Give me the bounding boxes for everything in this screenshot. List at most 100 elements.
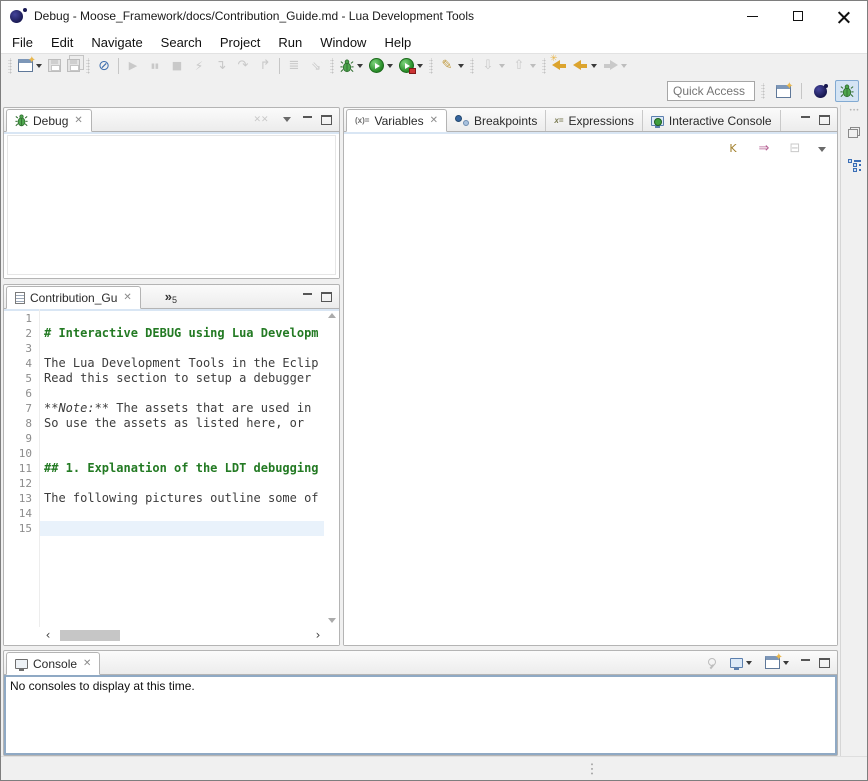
tab-close-icon[interactable]: ✕ [74, 115, 82, 126]
menu-file[interactable]: File [3, 33, 42, 52]
scroll-down-icon[interactable] [328, 618, 336, 623]
disconnect-button[interactable]: ⚡ [188, 55, 210, 77]
drop-to-frame-button[interactable]: ⇘ [305, 55, 327, 77]
console-view-content[interactable]: No consoles to display at this time. [4, 675, 837, 755]
forward-button[interactable] [600, 55, 630, 77]
display-selected-console-button[interactable] [727, 652, 755, 674]
tab-close-icon[interactable]: ✕ [83, 658, 91, 669]
toolbar-drag-handle[interactable] [761, 83, 765, 99]
maximize-view-button[interactable] [819, 658, 830, 668]
open-console-button[interactable]: ✦ [762, 652, 792, 674]
toolbar-drag-handle[interactable] [429, 58, 433, 74]
marker-pen-button[interactable]: ✎ [436, 55, 467, 77]
variables-view-content[interactable]: K ⇒ ⊟ [344, 132, 837, 645]
dropdown-arrow-icon[interactable] [417, 64, 423, 68]
restore-view-button[interactable] [845, 121, 863, 143]
step-over-icon: ↷ [235, 58, 251, 74]
scroll-right-icon[interactable]: › [312, 628, 324, 643]
menu-help[interactable]: Help [375, 33, 420, 52]
window-close-button[interactable] [821, 1, 867, 31]
dropdown-arrow-icon[interactable] [530, 64, 536, 68]
minimize-view-button[interactable] [800, 115, 811, 124]
dropdown-arrow-icon[interactable] [357, 64, 363, 68]
editor-horizontal-scrollbar[interactable]: ‹ › [42, 627, 324, 644]
resume-button[interactable]: ▶ [122, 55, 144, 77]
toolbar-drag-handle[interactable] [470, 58, 474, 74]
step-return-button[interactable]: ↱ [254, 55, 276, 77]
tab-console[interactable]: Console ✕ [6, 652, 100, 675]
open-perspective-button[interactable]: ✦ [771, 80, 795, 102]
dropdown-arrow-icon[interactable] [499, 64, 505, 68]
show-logical-structure-button[interactable]: ⇒ [753, 138, 775, 160]
dropdown-arrow-icon[interactable] [591, 64, 597, 68]
dropdown-arrow-icon[interactable] [387, 64, 393, 68]
scroll-left-icon[interactable]: ‹ [42, 628, 54, 643]
save-button[interactable] [45, 55, 64, 77]
trim-drag-handle[interactable] [849, 108, 859, 112]
view-menu-button[interactable] [280, 109, 294, 131]
dropdown-arrow-icon[interactable] [458, 64, 464, 68]
dropdown-arrow-icon[interactable] [621, 64, 627, 68]
new-wizard-button[interactable]: ✦ [15, 55, 45, 77]
back-button[interactable] [570, 55, 600, 77]
outline-view-button[interactable] [845, 154, 864, 176]
last-edit-location-button[interactable]: ✳ [549, 55, 570, 77]
previous-annotation-button[interactable]: ⇧ [508, 55, 539, 77]
scroll-up-icon[interactable] [328, 313, 336, 318]
view-menu-button[interactable] [815, 138, 829, 160]
step-over-button[interactable]: ↷ [232, 55, 254, 77]
collapse-all-button[interactable]: ⊟ [784, 138, 806, 160]
run-button[interactable] [366, 55, 396, 77]
menu-run[interactable]: Run [269, 33, 311, 52]
debug-button[interactable] [337, 55, 366, 77]
tab-debug[interactable]: Debug ✕ [6, 109, 92, 132]
show-type-names-button[interactable]: K [722, 138, 744, 160]
menu-project[interactable]: Project [211, 33, 269, 52]
next-annotation-button[interactable]: ⇩ [477, 55, 508, 77]
menu-edit[interactable]: Edit [42, 33, 82, 52]
step-into-button[interactable]: ↴ [210, 55, 232, 77]
tab-expressions[interactable]: x=Expressions [546, 110, 643, 131]
dropdown-arrow-icon[interactable] [783, 661, 789, 665]
use-step-filters-button[interactable]: ≣ [283, 55, 305, 77]
tab-close-icon[interactable]: ✕ [123, 292, 131, 303]
external-tools-button[interactable] [396, 55, 426, 77]
scrollbar-thumb[interactable] [60, 630, 120, 641]
maximize-view-button[interactable] [819, 115, 830, 125]
toolbar-drag-handle[interactable] [8, 58, 12, 74]
skip-all-breakpoints-button[interactable]: ⊘ [93, 55, 115, 77]
maximize-view-button[interactable] [321, 292, 332, 302]
lua-perspective-button[interactable] [808, 80, 832, 102]
toolbar-drag-handle[interactable] [86, 58, 90, 74]
quick-access-input[interactable] [667, 81, 755, 101]
suspend-button[interactable]: ▮▮ [144, 55, 166, 77]
debug-view-content[interactable] [4, 132, 339, 278]
terminate-button[interactable]: ■ [166, 55, 188, 77]
toolbar-drag-handle[interactable] [330, 58, 334, 74]
pin-console-button[interactable] [702, 652, 720, 674]
window-minimize-button[interactable] [729, 1, 775, 31]
hidden-editors-chevron[interactable]: »5 [165, 289, 177, 305]
toolbar-drag-handle[interactable] [542, 58, 546, 74]
tab-interactive-console[interactable]: Interactive Console [643, 110, 781, 131]
dropdown-arrow-icon[interactable] [36, 64, 42, 68]
tab-variables[interactable]: (x)=Variables✕ [346, 109, 447, 132]
menu-navigate[interactable]: Navigate [82, 33, 151, 52]
tab-close-icon[interactable]: ✕ [430, 115, 438, 126]
menu-search[interactable]: Search [152, 33, 211, 52]
maximize-view-button[interactable] [321, 115, 332, 125]
save-all-button[interactable] [64, 55, 83, 77]
tab-breakpoints[interactable]: Breakpoints [447, 110, 546, 131]
dropdown-arrow-icon[interactable] [746, 661, 752, 665]
tab-editor-contribution-guide[interactable]: Contribution_Gu ✕ [6, 286, 141, 309]
remove-all-terminated-button[interactable]: ✕✕ [250, 109, 272, 131]
minimize-view-button[interactable] [302, 292, 313, 301]
minimize-view-button[interactable] [302, 115, 313, 124]
minimize-view-button[interactable] [800, 658, 811, 667]
sash-drag-handle[interactable] [589, 761, 593, 775]
editor-vertical-scrollbar[interactable] [324, 309, 339, 627]
window-maximize-button[interactable] [775, 1, 821, 31]
debug-perspective-button[interactable] [835, 80, 859, 102]
editor-code-area[interactable]: # Interactive DEBUG using Lua DevelopmTh… [40, 309, 324, 627]
menu-window[interactable]: Window [311, 33, 375, 52]
